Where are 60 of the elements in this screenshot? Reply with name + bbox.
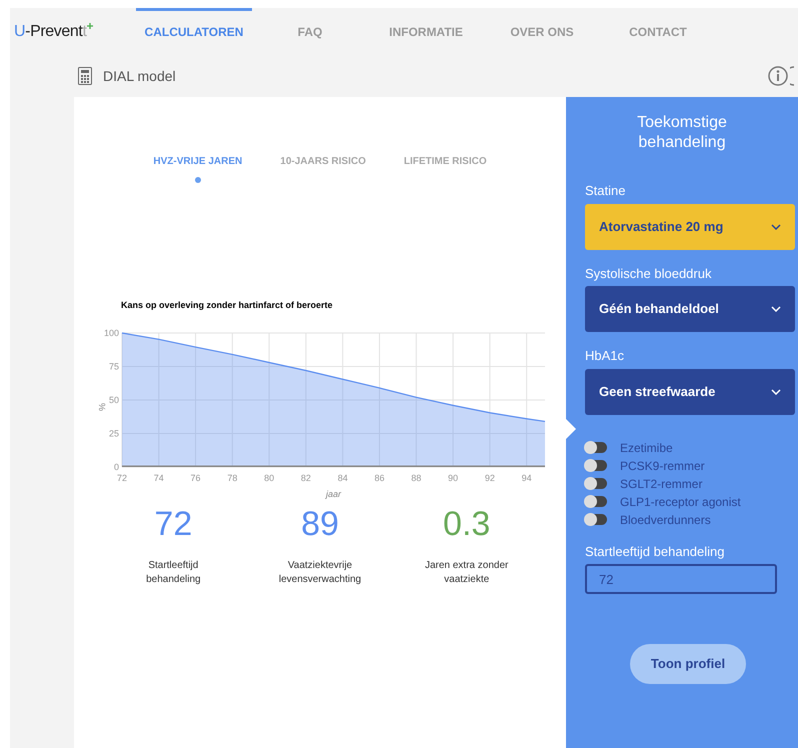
stat-value: 89 (301, 504, 339, 544)
nav-tab[interactable]: INFORMATIE (368, 8, 484, 55)
age-field[interactable]: 72 (585, 564, 777, 594)
page-title: DIAL model (103, 66, 176, 86)
chart-tab[interactable]: HVZ-VRIJE JAREN (153, 154, 242, 169)
axis-tick-label: 25 (108, 428, 119, 438)
nav-tab[interactable]: FAQ (252, 8, 368, 55)
panel-title: Toekomstige behandeling (636, 113, 728, 153)
axis-tick-label: 90 (448, 472, 458, 482)
chevron-down-icon (771, 224, 781, 230)
stat-label: Vaatziektevrije levensverwachting (278, 558, 362, 586)
axis-tick-label: 80 (264, 472, 274, 482)
chart-tab[interactable]: LIFETIME RISICO (404, 154, 487, 169)
toggle-label: Ezetimibe (620, 440, 673, 456)
axis-tick-label: 86 (374, 472, 384, 482)
axis-title: % (97, 402, 107, 411)
toggle-label: GLP1-receptor agonist (620, 494, 741, 510)
stat-value: 72 (154, 504, 192, 544)
field-label: HbA1c (585, 347, 626, 365)
dropdown[interactable]: Geen streefwaarde (585, 368, 795, 414)
axis-tick-label: 88 (411, 472, 422, 482)
toggle-label: SGLT2-remmer (620, 476, 702, 492)
axis-tick-label: 94 (522, 472, 532, 482)
field-label: Startleeftijd behandeling (585, 542, 726, 561)
stat-label: Startleeftijd behandeling (145, 558, 202, 586)
axis-title: jaar (326, 488, 341, 498)
chevron-down-icon (771, 306, 781, 312)
chevron-down-icon (771, 388, 781, 394)
axis-tick-label: 72 (117, 472, 127, 482)
toggle-switch[interactable] (585, 514, 607, 525)
stat-value: 0.3 (443, 504, 490, 544)
toggle-switch[interactable] (585, 442, 607, 453)
toggle-switch[interactable] (585, 460, 607, 471)
axis-tick-label: 100 (104, 328, 119, 338)
nav-tab[interactable]: CALCULATOREN (136, 8, 252, 55)
dropdown[interactable]: Géén behandeldoel (585, 286, 795, 332)
axis-tick-label: 76 (190, 472, 201, 482)
axis-tick-label: 74 (154, 472, 164, 482)
axis-tick-label: 0 (114, 462, 119, 472)
axis-tick-label: 84 (338, 472, 348, 482)
axis-tick-label: 78 (227, 472, 238, 482)
nav-tab[interactable]: CONTACT (600, 8, 716, 55)
toggle-switch[interactable] (585, 478, 607, 489)
axis-tick-label: 82 (300, 472, 311, 482)
dropdown[interactable]: Atorvastatine 20 mg (585, 204, 795, 250)
field-label: Statine (585, 182, 626, 200)
chart-title: Kans op overleving zonder hartinfarct of beroerte (121, 299, 334, 312)
toggle-label: PCSK9-remmer (620, 458, 705, 474)
field-label: Systolische bloeddruk (585, 264, 712, 283)
axis-tick-label: 75 (108, 361, 119, 371)
calculator-icon (78, 67, 92, 85)
axis-tick-label: 92 (484, 472, 495, 482)
nav-tab[interactable]: OVER ONS (484, 8, 600, 55)
show-profile-button[interactable]: Toon profiel (630, 644, 746, 684)
logo[interactable]: U-Preventt$^{+}$ (14, 20, 94, 44)
toggle-label: Bloedverdunners (620, 512, 711, 528)
toggle-switch[interactable] (585, 496, 607, 507)
stat-label: Jaren extra zonder vaatziekte (424, 558, 510, 586)
axis-tick-label: 50 (108, 394, 119, 404)
chart-tab[interactable]: 10-JAARS RISICO (280, 154, 366, 169)
